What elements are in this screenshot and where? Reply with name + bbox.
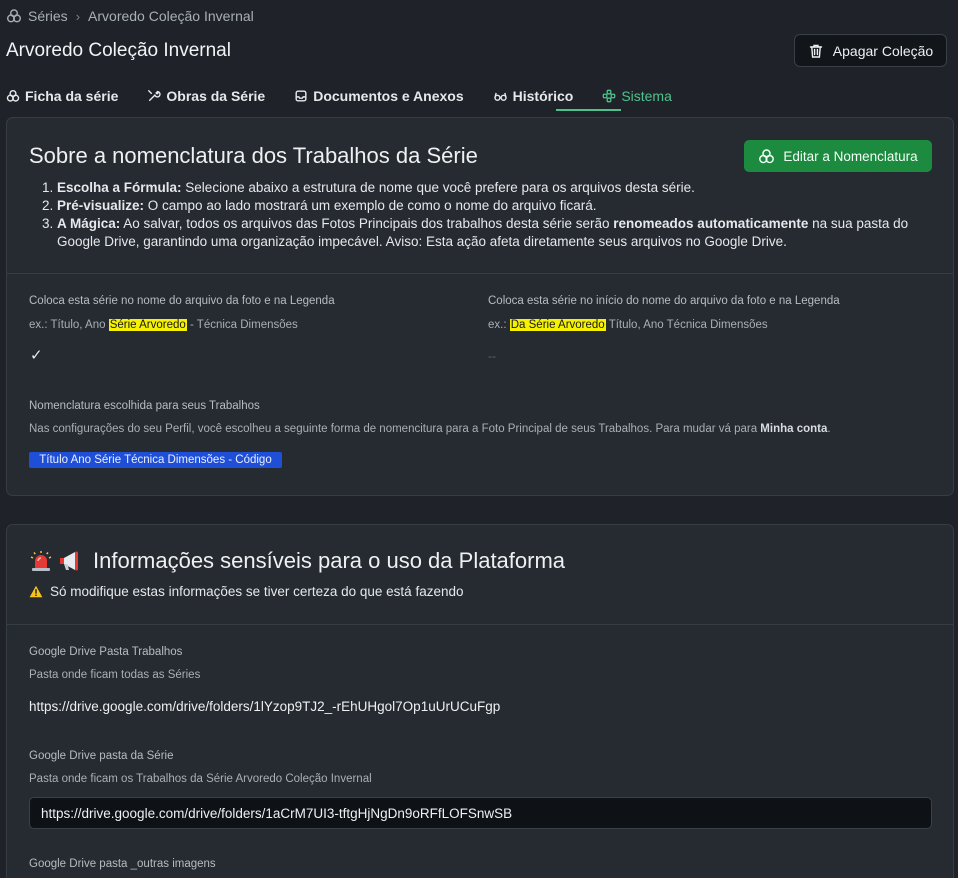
tab-label: Histórico bbox=[512, 88, 574, 104]
circles-icon bbox=[759, 148, 775, 163]
active-tab-indicator bbox=[556, 109, 621, 111]
page-title: Arvoredo Coleção Invernal bbox=[6, 40, 231, 61]
card-divider bbox=[7, 273, 953, 274]
chosen-nomenclature-chip: Título Ano Série Técnica Dimensões - Cód… bbox=[29, 452, 282, 468]
warning-text: Só modifique estas informações se tiver … bbox=[50, 584, 464, 599]
tab-historico[interactable]: Histórico bbox=[493, 86, 574, 106]
tab-label: Ficha da série bbox=[25, 88, 119, 104]
chosen-text-suffix: . bbox=[827, 423, 831, 435]
tab-label: Documentos e Anexos bbox=[313, 88, 464, 104]
breadcrumb: Séries › Arvoredo Coleção Invernal bbox=[6, 8, 254, 24]
list-item: Escolha a Fórmula: Selecione abaixo a es… bbox=[57, 179, 927, 197]
field-label: Google Drive pasta da Série bbox=[29, 750, 174, 762]
breadcrumb-separator: › bbox=[75, 8, 81, 24]
drive-series-folder-input[interactable]: https://drive.google.com/drive/folders/1… bbox=[29, 797, 932, 829]
step-title: Escolha a Fórmula: bbox=[57, 180, 182, 195]
example-suffix: Título, Ano Técnica Dimensões bbox=[605, 319, 768, 331]
trash-icon bbox=[809, 44, 822, 58]
my-account-link[interactable]: Minha conta bbox=[760, 423, 827, 435]
tab-obras-da-serie[interactable]: Obras da Série bbox=[147, 86, 265, 106]
megaphone-icon bbox=[60, 551, 78, 571]
chosen-nomenclature-text: Nas configurações do seu Perfil, você es… bbox=[29, 423, 831, 435]
option-b-label: Coloca esta série no início do nome do a… bbox=[488, 295, 840, 307]
field-help: Pasta onde ficam todas as Séries bbox=[29, 669, 201, 681]
tab-ficha-da-serie[interactable]: Ficha da série bbox=[6, 86, 118, 106]
drive-series-folder-value: https://drive.google.com/drive/folders/1… bbox=[41, 805, 513, 821]
glasses-icon bbox=[493, 92, 507, 101]
tools-icon bbox=[148, 90, 162, 102]
sensitive-title-row: Informações sensíveis para o uso da Plat… bbox=[29, 548, 565, 574]
option-a-checkmark: ✓ bbox=[30, 347, 43, 364]
field-label: Google Drive pasta _outras imagens bbox=[29, 858, 216, 870]
step-title: A Mágica: bbox=[57, 216, 121, 231]
document-icon bbox=[295, 90, 307, 102]
option-a-label: Coloca esta série no nome do arquivo da … bbox=[29, 295, 335, 307]
option-b-example: ex.: Da Série Arvoredo Título, Ano Técni… bbox=[488, 319, 768, 331]
sensitive-title: Informações sensíveis para o uso da Plat… bbox=[93, 548, 566, 573]
siren-icon bbox=[30, 551, 52, 571]
edit-nomenclature-label: Editar a Nomenclatura bbox=[783, 148, 918, 164]
list-item: A Mágica: Ao salvar, todos os arquivos d… bbox=[57, 215, 927, 251]
breadcrumb-current: Arvoredo Coleção Invernal bbox=[88, 8, 254, 24]
tab-label: Obras da Série bbox=[166, 88, 266, 104]
nomenclature-steps: Escolha a Fórmula: Selecione abaixo a es… bbox=[57, 179, 927, 251]
edit-nomenclature-button[interactable]: Editar a Nomenclatura bbox=[744, 140, 932, 172]
field-label: Google Drive Pasta Trabalhos bbox=[29, 646, 183, 658]
tab-documentos-e-anexos[interactable]: Documentos e Anexos bbox=[294, 86, 464, 106]
step-title: Pré-visualize: bbox=[57, 198, 145, 213]
example-prefix: ex.: Título, Ano bbox=[29, 319, 109, 331]
sistema-icon bbox=[602, 89, 616, 103]
sensitive-warning: Só modifique estas informações se tiver … bbox=[29, 584, 463, 599]
step-text: Ao salvar, todos os arquivos das Fotos P… bbox=[120, 216, 614, 231]
option-a-example: ex.: Título, Ano Série Arvoredo - Técnic… bbox=[29, 319, 298, 331]
field-help: Pasta onde ficam os Trabalhos da Série A… bbox=[29, 773, 372, 785]
circles-icon bbox=[6, 89, 20, 102]
nomenclature-title: Sobre a nomenclatura dos Trabalhos da Sé… bbox=[29, 143, 478, 168]
tab-label: Sistema bbox=[621, 88, 672, 104]
step-text: Selecione abaixo a estrutura de nome que… bbox=[181, 180, 695, 195]
drive-works-folder-url: https://drive.google.com/drive/folders/1… bbox=[29, 699, 501, 714]
tab-bar: Ficha da série Obras da Série Documentos… bbox=[6, 86, 701, 106]
list-item: Pré-visualize: O campo ao lado mostrará … bbox=[57, 197, 927, 215]
delete-collection-button[interactable]: Apagar Coleção bbox=[794, 34, 947, 67]
step-text: O campo ao lado mostrará um exemplo de c… bbox=[144, 198, 597, 213]
delete-collection-label: Apagar Coleção bbox=[832, 42, 934, 59]
example-highlight: Série Arvoredo bbox=[108, 319, 187, 331]
option-b-value: -- bbox=[488, 349, 496, 363]
step-emphasis: renomeados automaticamente bbox=[613, 216, 809, 231]
circles-icon bbox=[7, 9, 21, 23]
example-suffix: - Técnica Dimensões bbox=[186, 319, 298, 331]
example-prefix: ex.: bbox=[488, 319, 510, 331]
tab-sistema[interactable]: Sistema bbox=[602, 86, 672, 106]
breadcrumb-root-link[interactable]: Séries bbox=[28, 8, 68, 24]
chosen-nomenclature-label: Nomenclatura escolhida para seus Trabalh… bbox=[29, 400, 260, 412]
chosen-text: Nas configurações do seu Perfil, você es… bbox=[29, 423, 761, 435]
warning-icon bbox=[29, 585, 43, 598]
example-highlight: Da Série Arvoredo bbox=[509, 319, 606, 331]
card-divider bbox=[7, 624, 953, 625]
